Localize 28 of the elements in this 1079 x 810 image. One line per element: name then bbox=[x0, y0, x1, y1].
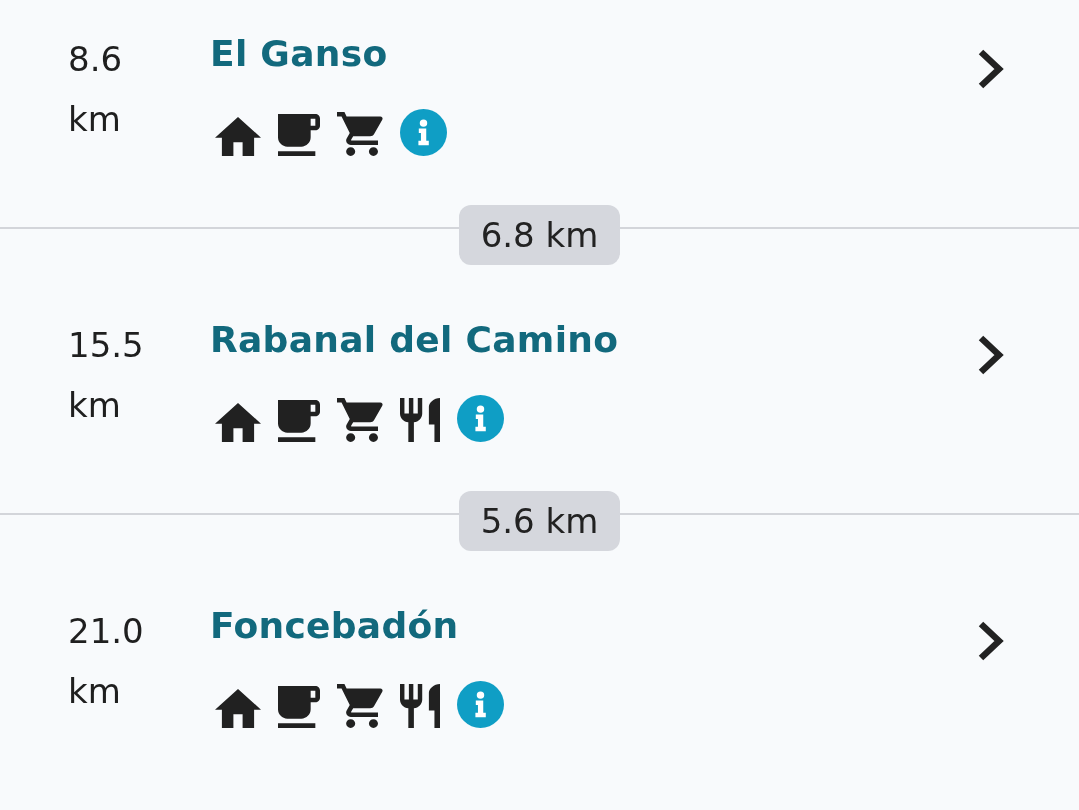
shopping-cart-icon bbox=[337, 112, 383, 156]
coffee-cup-icon bbox=[278, 114, 320, 156]
stop-name: Rabanal del Camino bbox=[210, 318, 619, 362]
distance-unit: km bbox=[68, 98, 121, 141]
fork-knife-icon bbox=[400, 398, 440, 442]
distance-value: 15.5 bbox=[68, 324, 144, 367]
house-icon bbox=[215, 403, 261, 442]
distance-value: 8.6 bbox=[68, 38, 123, 81]
coffee-cup-icon bbox=[278, 400, 320, 442]
segment-distance-badge: 6.8 km bbox=[458, 205, 621, 265]
house-icon bbox=[215, 117, 261, 156]
chevron-right-icon[interactable] bbox=[977, 49, 1005, 89]
fork-knife-icon bbox=[400, 684, 440, 728]
distance-value: 21.0 bbox=[68, 610, 144, 653]
stop-name: Foncebadón bbox=[210, 604, 459, 648]
segment-distance-badge: 5.6 km bbox=[458, 491, 621, 551]
chevron-right-icon[interactable] bbox=[977, 621, 1005, 661]
info-icon[interactable] bbox=[457, 681, 504, 728]
info-icon[interactable] bbox=[457, 395, 504, 442]
shopping-cart-icon bbox=[337, 398, 383, 442]
coffee-cup-icon bbox=[278, 686, 320, 728]
distance-unit: km bbox=[68, 670, 121, 713]
chevron-right-icon[interactable] bbox=[977, 335, 1005, 375]
stop-name: El Ganso bbox=[210, 32, 388, 76]
house-icon bbox=[215, 689, 261, 728]
shopping-cart-icon bbox=[337, 684, 383, 728]
distance-unit: km bbox=[68, 384, 121, 427]
info-icon[interactable] bbox=[400, 109, 447, 156]
